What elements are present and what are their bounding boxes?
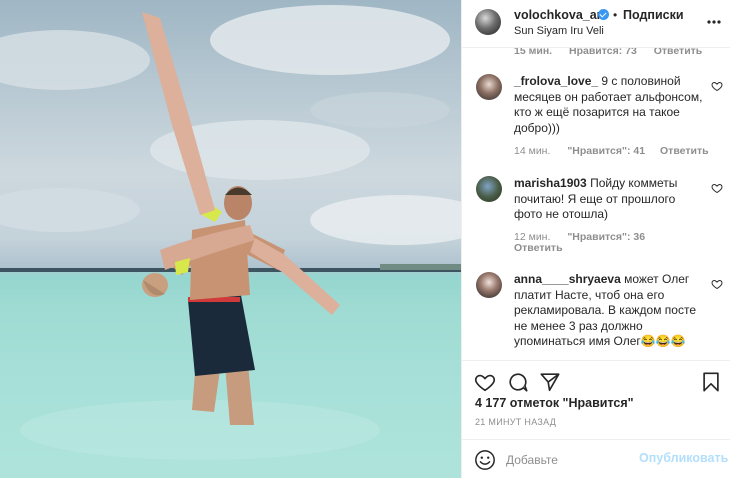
comment-text: anna____shryaeva может Олег платит Насте… [514,272,706,350]
comments-list[interactable]: 15 мин. Нравится: 73 Ответить _frolova_l… [462,48,730,360]
comment-likes[interactable]: "Нравится": 41 [567,145,645,157]
more-icon[interactable] [706,14,722,30]
post-actions-bar [462,360,730,400]
heart-icon[interactable] [711,80,723,92]
comment-meta: 14 мин. "Нравится": 41 Ответить [514,145,709,157]
reply-button[interactable]: Ответить [514,242,563,254]
emoji-icon[interactable] [474,449,496,471]
heart-icon[interactable] [711,182,723,194]
post-photo[interactable] [0,0,461,478]
post-location[interactable]: Sun Siyam Iru Veli [514,25,604,37]
comment-likes[interactable]: Нравится: 73 [569,48,637,57]
publish-button[interactable]: Опубликовать [639,451,728,465]
heart-icon[interactable] [711,278,723,290]
reply-button[interactable]: Ответить [654,48,703,57]
author-username[interactable]: volochkova_art [514,8,606,22]
add-comment-bar: Опубликовать [462,439,730,478]
comment-icon[interactable] [507,371,529,393]
commenter-avatar[interactable] [476,176,502,202]
verified-icon [598,9,609,20]
post-header: volochkova_art • Подписки Sun Siyam Iru … [462,0,730,48]
post-side-panel: volochkova_art • Подписки Sun Siyam Iru … [461,0,730,478]
share-icon[interactable] [539,371,561,393]
comment-time: 14 мин. [514,145,551,157]
like-heart-icon[interactable] [474,371,496,393]
beach-photo-illustration [0,5,461,478]
commenter-avatar[interactable] [476,74,502,100]
commenter-avatar[interactable] [476,272,502,298]
post-time[interactable]: 21 МИНУТ НАЗАД [475,417,556,427]
partially-hidden-comment-meta: 15 мин. Нравится: 73 Ответить [514,48,716,57]
reply-button[interactable]: Ответить [660,145,709,157]
commenter-username[interactable]: marisha1903 [514,176,587,190]
author-avatar[interactable] [475,9,501,35]
bookmark-icon[interactable] [700,371,722,393]
comment-time: 15 мин. [514,48,553,57]
comment-likes[interactable]: "Нравится": 36 [567,231,645,243]
commenter-username[interactable]: _frolova_love_ [514,74,598,88]
comment-text: _frolova_love_ 9 с половиной месяцев он … [514,74,706,136]
comment-text: marisha1903 Пойду комметы почитаю! Я еще… [514,176,706,223]
following-button[interactable]: Подписки [623,8,684,22]
commenter-username[interactable]: anna____shryaeva [514,272,621,286]
likes-count[interactable]: 4 177 отметок "Нравится" [475,396,634,410]
header-separator: • [613,8,618,22]
